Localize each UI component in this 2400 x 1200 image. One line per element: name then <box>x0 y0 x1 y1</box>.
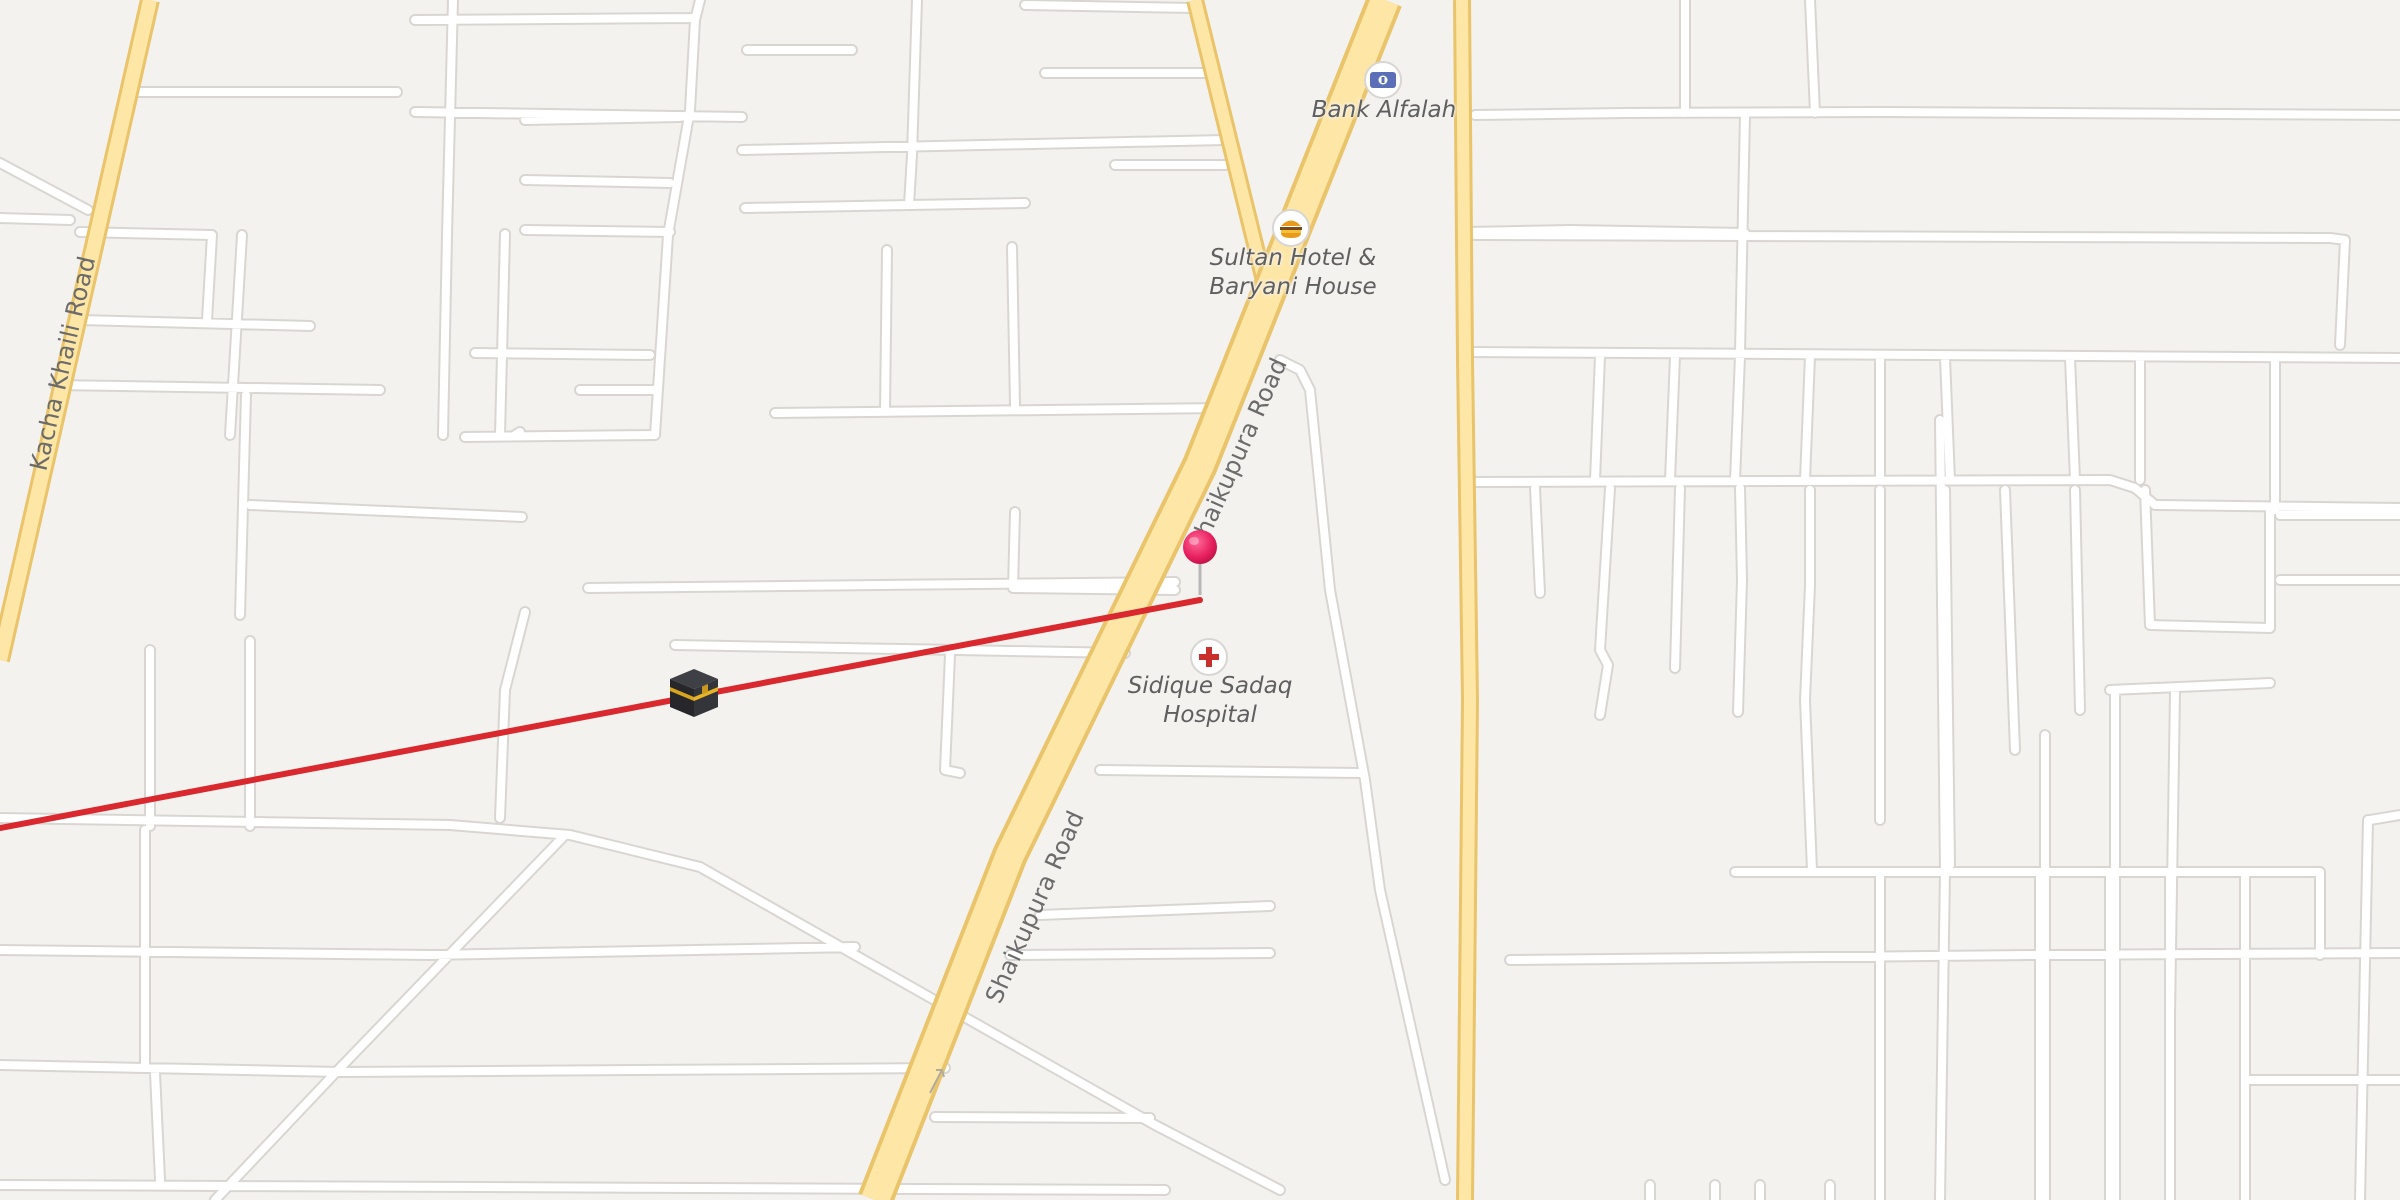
location-pin-icon[interactable] <box>1178 529 1222 603</box>
bank-icon[interactable] <box>1364 61 1402 99</box>
bank-name: Bank Alfalah <box>1311 97 1457 123</box>
hotel-name-line1: Sultan Hotel & <box>1209 245 1377 271</box>
hospital-icon[interactable] <box>1190 638 1228 676</box>
hospital-name-line1: Sidique Sadaq <box>1127 673 1293 699</box>
restaurant-icon[interactable] <box>1272 209 1310 247</box>
poi-label-bank[interactable]: Bank Alfalah <box>1312 96 1456 125</box>
hospital-name-line2: Hospital <box>1163 702 1257 728</box>
map-canvas[interactable]: Kacha Khaili Road Shaikupura Road Shaiku… <box>0 0 2400 1200</box>
poi-label-hospital[interactable]: Sidique Sadaq Hospital <box>1128 672 1293 730</box>
hotel-name-line2: Baryani House <box>1209 274 1377 300</box>
kaaba-icon[interactable] <box>666 665 722 725</box>
poi-label-hotel[interactable]: Sultan Hotel & Baryani House <box>1209 244 1376 302</box>
